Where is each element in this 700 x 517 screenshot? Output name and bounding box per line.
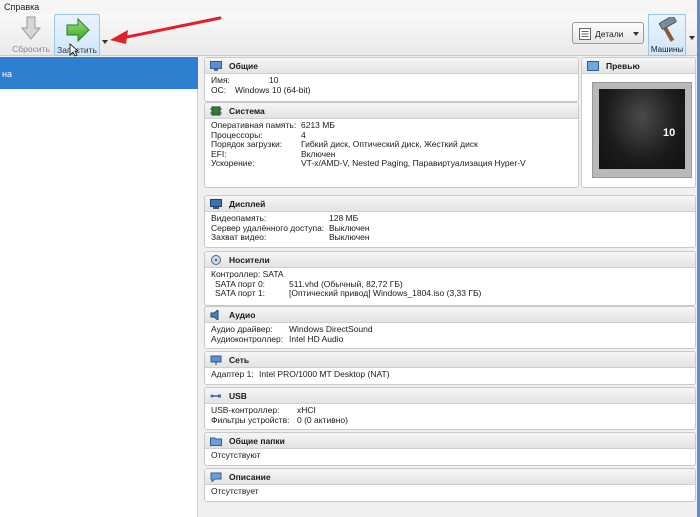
chevron-down-icon[interactable] <box>689 36 695 40</box>
display-icon <box>210 199 222 209</box>
preview-icon <box>587 61 599 71</box>
vm-name: на <box>2 69 12 79</box>
section-title: USB <box>229 391 247 401</box>
section-title: Система <box>229 106 265 116</box>
speech-bubble-icon <box>210 472 222 482</box>
info-row: Контроллер: SATA <box>205 269 695 280</box>
folder-icon <box>210 437 222 446</box>
vm-list-item[interactable]: на <box>0 57 198 89</box>
info-row: ОС: Windows 10 (64-bit) <box>205 84 578 96</box>
disk-icon <box>211 255 221 265</box>
section-shared-folders: Общие папки Отсутствуют <box>204 432 696 466</box>
section-header-storage[interactable]: Носители <box>205 252 695 268</box>
info-value: Intel HD Audio <box>289 333 344 344</box>
reset-label: Сбросить <box>12 44 50 54</box>
details-icon <box>579 28 591 40</box>
info-row: Отсутствует <box>205 486 695 497</box>
section-title: Носители <box>229 255 270 265</box>
info-value: Intel PRO/1000 MT Desktop (NAT) <box>259 369 390 379</box>
info-value: 6213 МБ <box>301 120 335 130</box>
info-row: Сервер удалённого доступа: Выключен <box>205 223 695 234</box>
speaker-icon <box>210 310 219 320</box>
section-header-usb[interactable]: USB <box>205 388 695 404</box>
section-header-network[interactable]: Сеть <box>205 352 695 368</box>
info-value: 0 (0 активно) <box>297 414 348 425</box>
reset-arrow-icon <box>20 16 42 40</box>
info-key: SATA порт 1: <box>215 288 266 298</box>
info-key: Захват видео: <box>211 232 267 242</box>
info-key: Аудиоконтроллер: <box>211 333 284 344</box>
info-row: Захват видео: Выключен <box>205 232 695 243</box>
machines-label: Машины <box>650 45 684 54</box>
section-header-shared-folders[interactable]: Общие папки <box>205 433 695 449</box>
info-row: SATA порт 1: [Оптический привод] Windows_… <box>205 288 695 299</box>
section-title: Общие папки <box>229 436 285 446</box>
preview-image: 10 <box>599 89 685 169</box>
info-key: ОС: <box>211 84 227 95</box>
section-title: Описание <box>229 472 271 482</box>
menu-help[interactable]: Справка <box>4 2 39 12</box>
annotation-arrow-icon <box>110 16 222 44</box>
info-row: Аудиоконтроллер: Intel HD Audio <box>205 333 695 345</box>
info-value: Выключен <box>329 232 370 242</box>
section-network: Сеть Адаптер 1: Intel PRO/1000 MT Desktop… <box>204 351 696 385</box>
section-title: Общие <box>229 61 258 71</box>
details-button[interactable]: Детали <box>572 22 644 44</box>
chevron-down-icon <box>633 32 639 36</box>
section-title: Дисплей <box>229 199 266 209</box>
section-header-audio[interactable]: Аудио <box>205 307 695 323</box>
details-label: Детали <box>595 29 624 39</box>
info-key: Адаптер 1: <box>211 369 254 379</box>
section-general: Общие Имя: 10 ОС: Windows 10 (64-bit) <box>204 57 579 102</box>
info-value: Windows 10 (64-bit) <box>235 84 311 95</box>
section-header-preview[interactable]: Превью <box>582 58 695 74</box>
info-value: Отсутствует <box>211 486 259 496</box>
section-system: Система Оперативная память: 6213 МБ Проце… <box>204 102 579 188</box>
network-icon <box>210 355 222 365</box>
info-value: VT-x/AMD-V, Nested Paging, Паравиртуализ… <box>301 158 526 168</box>
monitor-icon <box>210 61 222 71</box>
start-arrow-icon <box>66 17 90 43</box>
section-display: Дисплей Видеопамять: 128 МБ Сервер удалён… <box>204 195 696 248</box>
preview-screen: 10 <box>592 82 692 178</box>
info-key: Фильтры устройств: <box>211 414 290 425</box>
chip-icon <box>210 106 222 116</box>
start-button[interactable]: Запустить <box>54 14 100 57</box>
section-header-display[interactable]: Дисплей <box>205 196 695 212</box>
section-usb: USB USB-контроллер: xHCI Фильтры устройст… <box>204 387 696 430</box>
section-preview: Превью 10 <box>581 57 696 188</box>
reset-button[interactable]: Сбросить <box>6 14 56 56</box>
machines-button[interactable]: Машины <box>648 14 686 56</box>
hammer-icon <box>658 17 677 42</box>
info-row: Ускорение: VT-x/AMD-V, Nested Paging, Пар… <box>205 158 578 169</box>
toolbar: Сбросить Запустить Детали Машин <box>0 14 700 57</box>
section-header-system[interactable]: Система <box>205 103 578 119</box>
section-header-general[interactable]: Общие <box>205 58 578 74</box>
section-title: Аудио <box>229 310 256 320</box>
mouse-cursor-icon <box>69 43 79 57</box>
vm-list: на <box>0 57 198 517</box>
usb-icon <box>210 394 221 398</box>
section-audio: Аудио Аудио драйвер: Windows DirectSound … <box>204 306 696 349</box>
section-description: Описание Отсутствует <box>204 468 696 502</box>
info-row: Адаптер 1: Intel PRO/1000 MT Desktop (NAT… <box>205 369 695 380</box>
info-key: Ускорение: <box>211 158 255 168</box>
section-title: Превью <box>606 61 640 71</box>
section-storage: Носители Контроллер: SATA SATA порт 0: 51… <box>204 251 696 306</box>
section-title: Сеть <box>229 355 250 365</box>
menu-bar: Справка <box>0 0 700 14</box>
info-value: [Оптический привод] Windows_1804.iso (3,… <box>289 288 482 298</box>
preview-vm-name: 10 <box>663 127 676 139</box>
info-row: Фильтры устройств: 0 (0 активно) <box>205 414 695 426</box>
info-value: Отсутствуют <box>211 450 261 460</box>
info-row: Порядок загрузки: Гибкий диск, Оптический… <box>205 139 578 150</box>
info-row: Отсутствуют <box>205 450 695 461</box>
section-header-description[interactable]: Описание <box>205 469 695 485</box>
